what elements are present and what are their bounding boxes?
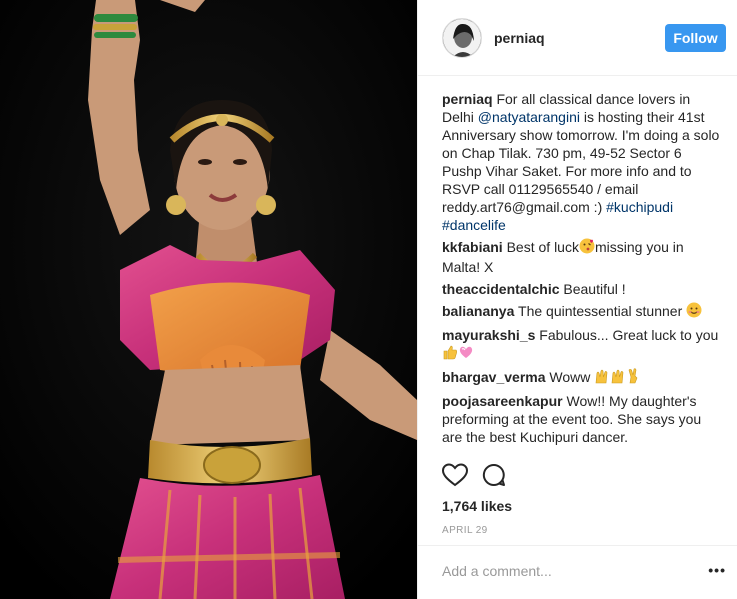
dancer-photo: [0, 0, 417, 599]
post-header: perniaq Follow: [418, 0, 737, 76]
comment-username[interactable]: poojasareenkapur: [442, 393, 563, 409]
comment-text: The quintessential stunner: [518, 303, 683, 319]
comment-text: Best of luck: [506, 239, 579, 255]
caption-hashtag-kuchipudi[interactable]: #kuchipudi: [606, 199, 673, 215]
comment-username[interactable]: bhargav_verma: [442, 369, 546, 385]
post-panel: perniaq Follow perniaq For all classical…: [417, 0, 737, 599]
caption: perniaq For all classical dance lovers i…: [442, 90, 724, 234]
comment-username[interactable]: kkfabiani: [442, 239, 503, 255]
comments-list: perniaq For all classical dance lovers i…: [442, 90, 724, 450]
list-item: poojasareenkapur Wow!! My daughter's pre…: [442, 392, 724, 446]
list-item: mayurakshi_s Fabulous... Great luck to y…: [442, 326, 724, 364]
likes-count[interactable]: 1,764 likes: [442, 498, 512, 514]
kiss-emoji-icon: [579, 238, 595, 258]
heart-icon[interactable]: [441, 462, 469, 492]
comment-text: Woww: [549, 369, 591, 385]
thumbs-heart-emoji-icon: [442, 344, 474, 364]
comment-username[interactable]: theaccidentalchic: [442, 281, 560, 297]
comment-text: Beautiful !: [563, 281, 626, 297]
comment-icon[interactable]: [482, 463, 506, 492]
avatar-image: [443, 18, 481, 57]
more-options-icon[interactable]: •••: [708, 562, 726, 578]
avatar[interactable]: [442, 17, 482, 58]
caption-username[interactable]: perniaq: [442, 91, 493, 107]
add-comment-section: •••: [418, 545, 737, 599]
smile-emoji-icon: [686, 302, 702, 322]
caption-hashtag-dancelife[interactable]: #dancelife: [442, 217, 506, 233]
list-item: bhargav_verma Woww: [442, 368, 724, 388]
list-item: theaccidentalchic Beautiful !: [442, 280, 724, 298]
follow-button[interactable]: Follow: [665, 24, 726, 52]
list-item: baliananya The quintessential stunner: [442, 302, 724, 322]
add-comment-input[interactable]: [442, 560, 682, 582]
comment-username[interactable]: baliananya: [442, 303, 514, 319]
list-item: kkfabiani Best of luck missing you in Mal…: [442, 238, 724, 276]
post-actions: [441, 462, 520, 492]
caption-mention[interactable]: @natyatarangini: [478, 109, 580, 125]
comment-username[interactable]: mayurakshi_s: [442, 327, 535, 343]
post-date[interactable]: APRIL 29: [442, 525, 488, 536]
header-username[interactable]: perniaq: [494, 30, 545, 46]
post-image[interactable]: [0, 0, 417, 599]
hands-emoji-icon: [594, 368, 642, 388]
comment-text: Fabulous... Great luck to you: [539, 327, 719, 343]
